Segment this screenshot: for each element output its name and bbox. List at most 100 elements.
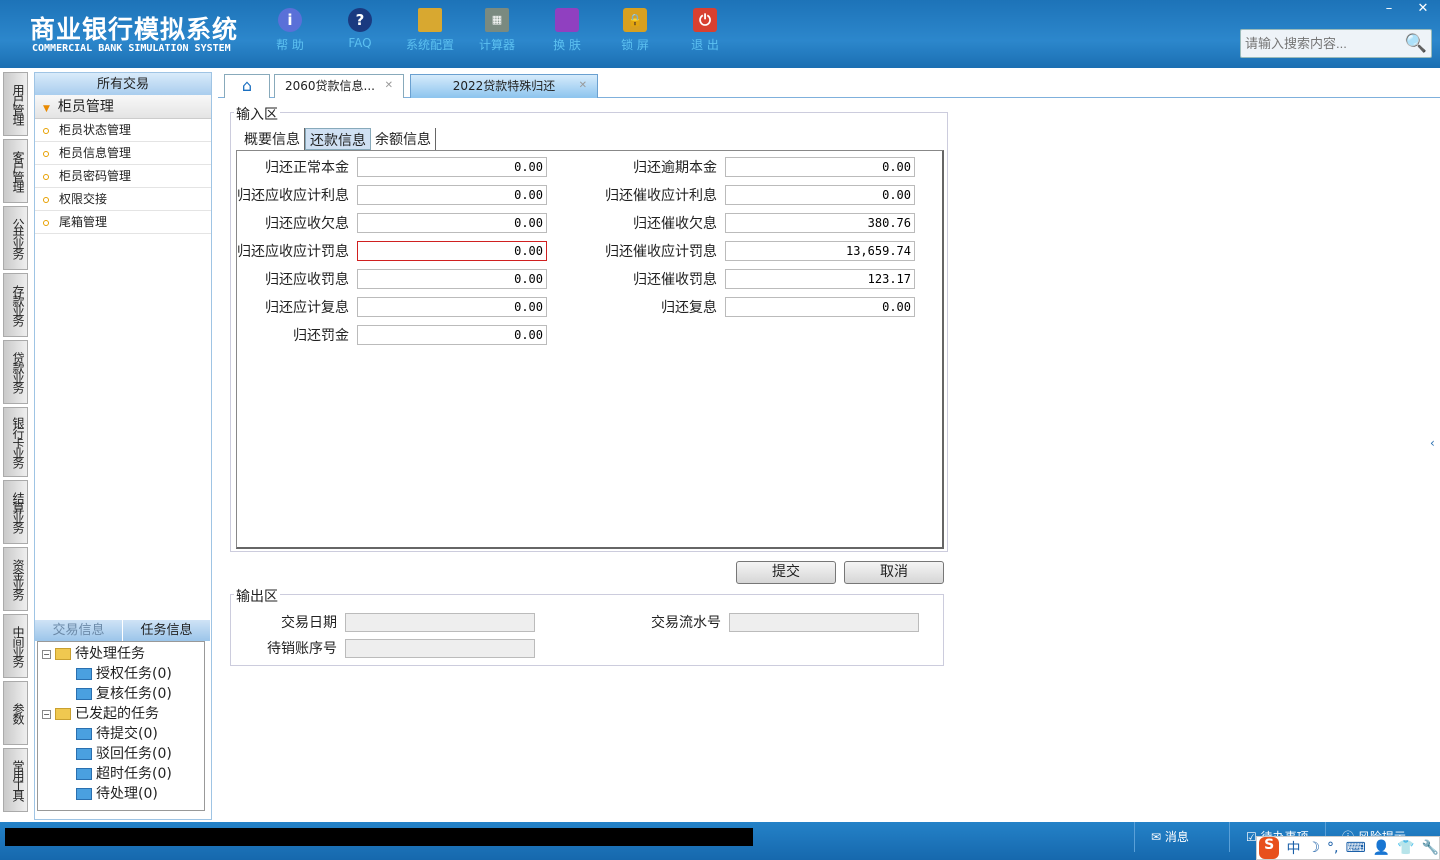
tab-task-info[interactable]: 任务信息 bbox=[123, 620, 211, 641]
user-icon[interactable]: 👤 bbox=[1373, 840, 1390, 856]
vtab-params[interactable]: 参数 bbox=[3, 681, 28, 745]
menu-item[interactable]: 柜员信息管理 bbox=[35, 142, 211, 165]
bullet-icon bbox=[43, 174, 49, 180]
receivable-penalty-input[interactable] bbox=[357, 269, 547, 289]
teller-mgmt-group[interactable]: ▼ 柜员管理 bbox=[35, 95, 211, 119]
search-icon[interactable]: 🔍 bbox=[1405, 33, 1427, 54]
field-label: 归还应收应计罚息 bbox=[237, 244, 349, 260]
tab-bar: ⌂ 2060贷款信息... ✕ 2022贷款特殊归还 ✕ bbox=[218, 72, 1440, 98]
overdue-principal-input[interactable] bbox=[725, 157, 915, 177]
vtab-deposit[interactable]: 存款业务 bbox=[3, 273, 28, 337]
collapse-icon[interactable]: − bbox=[42, 649, 51, 659]
tab-transaction-info[interactable]: 交易信息 bbox=[35, 620, 123, 641]
submit-button[interactable]: 提交 bbox=[736, 561, 836, 584]
vtab-settlement[interactable]: 结算业务 bbox=[3, 480, 28, 544]
chevron-left-icon[interactable]: ‹ bbox=[1430, 436, 1435, 450]
status-label: 消息 bbox=[1164, 830, 1189, 844]
messages-button[interactable]: ✉ 消息 bbox=[1134, 822, 1229, 852]
menu-item[interactable]: 柜员密码管理 bbox=[35, 165, 211, 188]
skin-button[interactable]: 换 肤 bbox=[537, 8, 597, 53]
subtab-repayment[interactable]: 还款信息 bbox=[305, 128, 371, 150]
tree-node[interactable]: 复核任务(0) bbox=[38, 684, 204, 704]
help-button[interactable]: i 帮 助 bbox=[260, 8, 320, 53]
field-label: 归还应收罚息 bbox=[265, 272, 349, 288]
compound-interest-input[interactable] bbox=[725, 297, 915, 317]
home-tab[interactable]: ⌂ bbox=[224, 74, 270, 98]
task-tabs: 交易信息 任务信息 bbox=[35, 620, 211, 641]
minimize-button[interactable]: – bbox=[1372, 0, 1406, 18]
ime-toolbar[interactable]: S 中 ☽ °, ⌨ 👤 👕 🔧 bbox=[1256, 836, 1440, 860]
menu-item[interactable]: 柜员状态管理 bbox=[35, 119, 211, 142]
field-row: 归还催收欠息 bbox=[575, 213, 915, 233]
field-label: 归还复息 bbox=[661, 300, 717, 316]
menu-item[interactable]: 尾箱管理 bbox=[35, 211, 211, 234]
tab-special-repayment[interactable]: 2022贷款特殊归还 ✕ bbox=[410, 74, 598, 98]
tree-node[interactable]: 待处理(0) bbox=[38, 784, 204, 804]
field-label: 归还正常本金 bbox=[265, 160, 349, 176]
menu-label: 权限交接 bbox=[59, 192, 108, 206]
exit-button[interactable]: ⏻ 退 出 bbox=[675, 8, 735, 53]
node-label: 已发起的任务 bbox=[75, 706, 159, 722]
question-icon: ? bbox=[348, 8, 372, 32]
fine-input[interactable] bbox=[357, 325, 547, 345]
close-window-button[interactable]: ✕ bbox=[1406, 0, 1440, 18]
all-transactions-header[interactable]: 所有交易 bbox=[35, 73, 211, 95]
field-label: 归还逾期本金 bbox=[633, 160, 717, 176]
menu-item[interactable]: 权限交接 bbox=[35, 188, 211, 211]
subtab-balance[interactable]: 余额信息 bbox=[371, 128, 436, 150]
search-input[interactable] bbox=[1241, 30, 1401, 57]
output-area: 交易日期 交易流水号 待销账序号 bbox=[230, 594, 944, 666]
moon-icon[interactable]: ☽ bbox=[1307, 840, 1320, 856]
cancel-button[interactable]: 取消 bbox=[844, 561, 944, 584]
receivable-owed-interest-input[interactable] bbox=[357, 213, 547, 233]
field-label: 归还催收欠息 bbox=[633, 216, 717, 232]
node-label: 待提交(0) bbox=[96, 726, 158, 742]
system-config-button[interactable]: 系统配置 bbox=[400, 8, 460, 53]
collection-accrued-penalty-input[interactable] bbox=[725, 241, 915, 261]
field-row: 归还催收应计利息 bbox=[575, 185, 915, 205]
shirt-icon[interactable]: 👕 bbox=[1397, 840, 1414, 856]
vtab-user-mgmt[interactable]: 用户管理 bbox=[3, 72, 28, 136]
collection-accrued-interest-input[interactable] bbox=[725, 185, 915, 205]
subtab-summary[interactable]: 概要信息 bbox=[240, 128, 305, 150]
receivable-accrued-interest-input[interactable] bbox=[357, 185, 547, 205]
tab-loan-info[interactable]: 2060贷款信息... ✕ bbox=[274, 74, 404, 98]
status-message-bar bbox=[5, 828, 753, 846]
punctuation-icon[interactable]: °, bbox=[1327, 840, 1338, 856]
ime-mode[interactable]: 中 bbox=[1286, 838, 1300, 858]
calculator-button[interactable]: ▦ 计算器 bbox=[467, 8, 527, 53]
tree-node[interactable]: 授权任务(0) bbox=[38, 664, 204, 684]
vtab-fund[interactable]: 资金业务 bbox=[3, 547, 28, 611]
close-tab-icon[interactable]: ✕ bbox=[385, 75, 393, 97]
tree-node[interactable]: − 待处理任务 bbox=[38, 644, 204, 664]
tool-label: 系统配置 bbox=[405, 38, 454, 52]
vtab-tools[interactable]: 常用工具 bbox=[3, 748, 28, 812]
vtab-loan[interactable]: 贷款业务 bbox=[3, 340, 28, 404]
vtab-customer-mgmt[interactable]: 客户管理 bbox=[3, 139, 28, 203]
collapse-icon[interactable]: − bbox=[42, 709, 51, 719]
lock-screen-button[interactable]: 🔒 锁 屏 bbox=[605, 8, 665, 53]
vtab-card[interactable]: 银行卡业务 bbox=[3, 407, 28, 477]
collection-penalty-input[interactable] bbox=[725, 269, 915, 289]
info-icon: i bbox=[278, 8, 302, 32]
folder-icon bbox=[76, 688, 92, 700]
accrued-compound-input[interactable] bbox=[357, 297, 547, 317]
tree-node[interactable]: 超时任务(0) bbox=[38, 764, 204, 784]
field-row: 归还应计复息 bbox=[207, 297, 547, 317]
vtab-intermediate[interactable]: 中间业务 bbox=[3, 614, 28, 678]
collection-owed-interest-input[interactable] bbox=[725, 213, 915, 233]
mail-icon: ✉ bbox=[1151, 830, 1162, 844]
folder-icon bbox=[55, 648, 71, 660]
tree-node[interactable]: 待提交(0) bbox=[38, 724, 204, 744]
input-subtabs: 概要信息 还款信息 余额信息 bbox=[240, 128, 436, 150]
vtab-public[interactable]: 公共业务 bbox=[3, 206, 28, 270]
close-tab-icon[interactable]: ✕ bbox=[579, 75, 587, 97]
tree-node[interactable]: − 已发起的任务 bbox=[38, 704, 204, 724]
normal-principal-input[interactable] bbox=[357, 157, 547, 177]
receivable-accrued-penalty-input[interactable] bbox=[357, 241, 547, 261]
faq-button[interactable]: ? FAQ bbox=[330, 8, 390, 50]
wrench-icon[interactable]: 🔧 bbox=[1422, 840, 1439, 856]
keyboard-icon[interactable]: ⌨ bbox=[1345, 840, 1365, 856]
tree-node[interactable]: 驳回任务(0) bbox=[38, 744, 204, 764]
serial-no-output bbox=[729, 612, 919, 632]
